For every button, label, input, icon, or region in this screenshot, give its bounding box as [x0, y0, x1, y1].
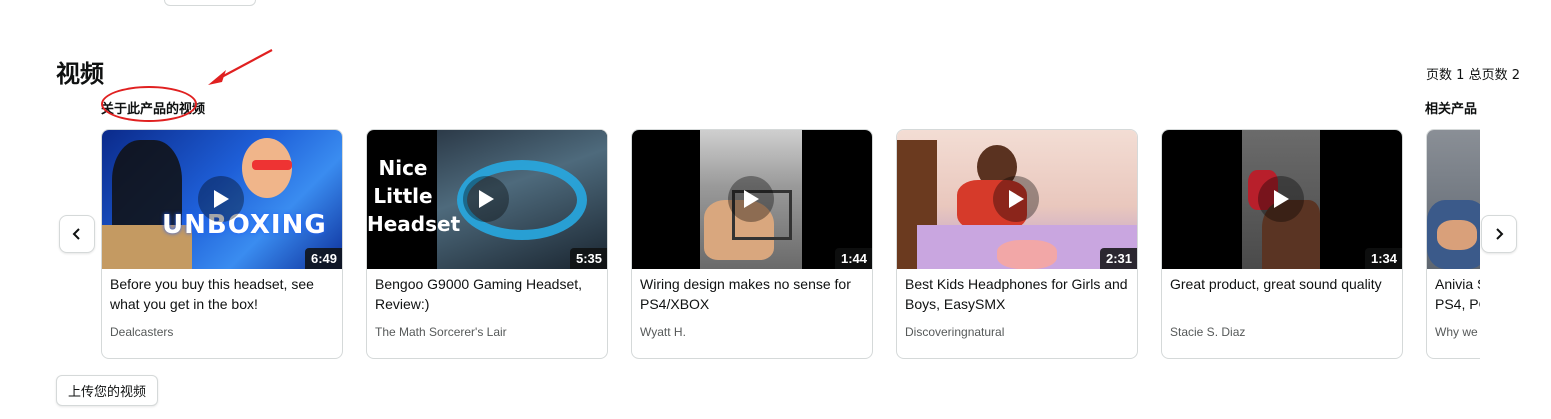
play-icon — [1009, 190, 1024, 208]
thumbnail-overlay-line: Little — [373, 184, 433, 208]
play-icon — [1274, 190, 1289, 208]
video-duration: 2:31 — [1099, 248, 1137, 269]
play-icon — [744, 190, 759, 208]
thumbnail-overlay-line: Nice — [378, 156, 428, 180]
video-card[interactable]: 1:44 Wiring design makes no sense for PS… — [631, 129, 873, 359]
video-author: Dealcasters — [110, 325, 174, 339]
play-icon — [214, 190, 229, 208]
video-card[interactable]: UNBOXING 6:49 Before you buy this headse… — [101, 129, 343, 359]
video-duration: 5:35 — [569, 248, 607, 269]
video-thumbnail[interactable]: 2:31 — [897, 130, 1137, 269]
video-author: The Math Sorcerer's Lair — [375, 325, 507, 339]
video-title[interactable]: Bengoo G9000 Gaming Headset, Review:) — [375, 274, 599, 314]
chevron-left-icon — [72, 228, 80, 240]
video-card[interactable]: Anivia S PS4, PC Why we — [1426, 129, 1480, 359]
video-card[interactable]: 1:34 Great product, great sound quality … — [1161, 129, 1403, 359]
video-thumbnail[interactable]: 1:44 — [632, 130, 872, 269]
video-duration: 1:44 — [834, 248, 872, 269]
play-icon — [479, 190, 494, 208]
play-button[interactable] — [1258, 176, 1304, 222]
thumbnail-overlay-line: Headset — [367, 212, 461, 236]
video-title[interactable]: Great product, great sound quality — [1170, 274, 1394, 294]
play-button[interactable] — [993, 176, 1039, 222]
video-thumbnail[interactable]: UNBOXING 6:49 — [102, 130, 342, 269]
video-title[interactable]: Before you buy this headset, see what yo… — [110, 274, 334, 314]
video-thumbnail[interactable] — [1427, 130, 1480, 269]
video-author: Stacie S. Diaz — [1170, 325, 1246, 339]
video-carousel: UNBOXING 6:49 Before you buy this headse… — [101, 129, 1480, 359]
video-thumbnail[interactable]: Nice Little Headset 5:35 — [367, 130, 607, 269]
video-title[interactable]: Anivia S PS4, PC — [1435, 274, 1480, 314]
video-card[interactable]: Nice Little Headset 5:35 Bengoo G9000 Ga… — [366, 129, 608, 359]
video-author: Wyatt H. — [640, 325, 686, 339]
video-duration: 6:49 — [304, 248, 342, 269]
play-button[interactable] — [728, 176, 774, 222]
play-button[interactable] — [463, 176, 509, 222]
video-author: Discoveringnatural — [905, 325, 1005, 339]
annotation-arrow-icon — [208, 49, 273, 85]
play-button[interactable] — [198, 176, 244, 222]
page-indicator: 页数 1 总页数 2 — [1426, 68, 1520, 83]
video-duration: 1:34 — [1364, 248, 1402, 269]
product-videos-heading: 关于此产品的视频 — [101, 102, 206, 117]
section-title: 视频 — [56, 60, 104, 88]
chevron-right-icon — [1496, 228, 1504, 240]
upload-video-button[interactable]: 上传您的视频 — [56, 375, 159, 406]
previous-section-button-stub[interactable] — [164, 0, 256, 6]
video-thumbnail[interactable]: 1:34 — [1162, 130, 1402, 269]
carousel-prev-button[interactable] — [59, 215, 95, 253]
carousel-next-button[interactable] — [1481, 215, 1517, 253]
thumbnail-overlay-text: UNBOXING — [162, 210, 327, 240]
video-title[interactable]: Best Kids Headphones for Girls and Boys,… — [905, 274, 1129, 314]
video-title[interactable]: Wiring design makes no sense for PS4/XBO… — [640, 274, 864, 314]
related-videos-heading: 相关产品 — [1425, 102, 1478, 117]
video-author: Why we — [1435, 325, 1478, 339]
video-card[interactable]: 2:31 Best Kids Headphones for Girls and … — [896, 129, 1138, 359]
